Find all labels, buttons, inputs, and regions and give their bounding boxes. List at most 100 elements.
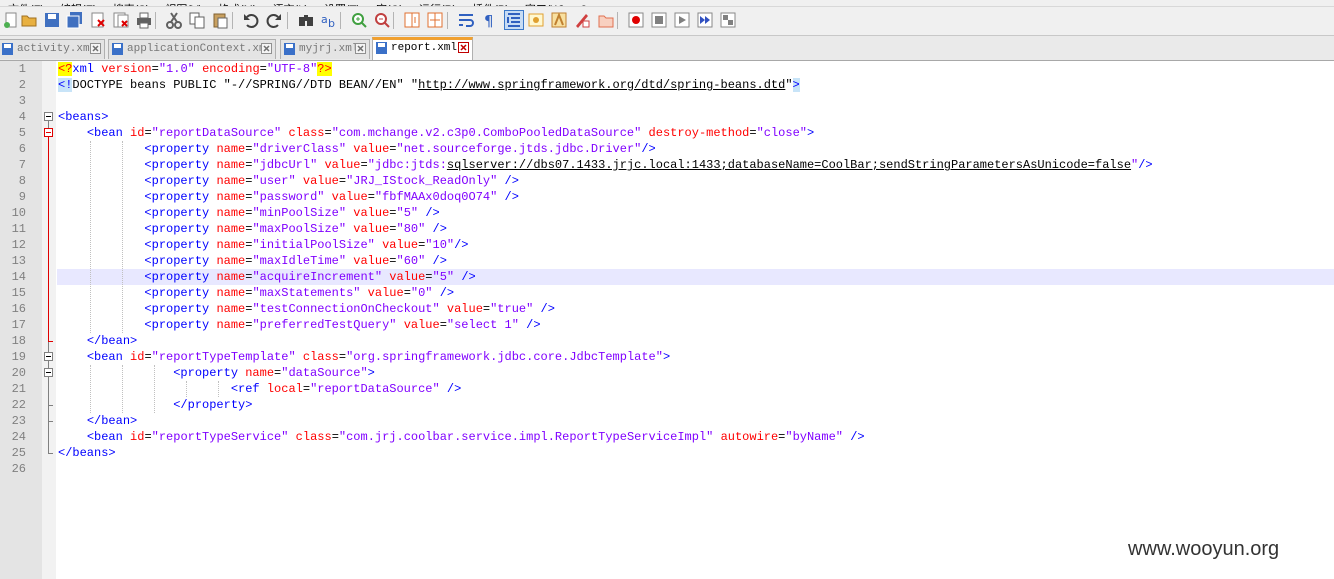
user-defined-lang-button[interactable] [527,11,545,29]
code-line[interactable]: <property name="user" value="JRJ_IStock_… [58,173,519,189]
play-macro-button[interactable] [673,11,691,29]
line-number: 7 [18,158,26,172]
new-file-button[interactable] [2,11,20,29]
fold-margin[interactable] [42,61,56,579]
code-line[interactable]: </bean> [58,333,137,349]
code-line[interactable]: </beans> [58,445,116,461]
code-line[interactable]: <!DOCTYPE beans PUBLIC "-//SPRING//DTD B… [58,77,800,93]
tab-bar: activity.xml applicationContext.xml myjrj.… [0,36,1334,61]
code-token: "maxIdleTime" [252,254,354,268]
fold-toggle-bean-reportTypeTemplate[interactable] [44,352,53,361]
fold-toggle-property-dataSource[interactable] [44,368,53,377]
code-line[interactable]: <property name="maxIdleTime" value="60" … [58,253,447,269]
undo-button[interactable] [242,11,260,29]
code-line[interactable]: <property name="initialPoolSize" value="… [58,237,469,253]
code-line[interactable]: <property name="driverClass" value="net.… [58,141,655,157]
zoom-out-button[interactable] [373,11,391,29]
sync-horizontal-button[interactable] [426,11,444,29]
code-line[interactable]: <property name="acquireIncrement" value=… [58,269,475,285]
code-line[interactable]: <property name="maxStatements" value="0"… [58,285,454,301]
code-line[interactable]: <ref local="reportDataSource" /> [58,381,461,397]
code-link[interactable]: http://www.springframework.org/dtd/sprin… [418,78,785,92]
code-line[interactable]: <property name="testConnectionOnCheckout… [58,301,555,317]
code-token: "jdbcUrl" [252,158,325,172]
code-token: "true" [490,302,541,316]
code-line[interactable]: <property name="jdbcUrl" value="jdbc:jtd… [58,157,1152,173]
replace-button[interactable]: ab [320,11,338,29]
code-line[interactable]: <bean id="reportTypeService" class="com.… [58,429,865,445]
tab-close-icon[interactable] [261,43,272,54]
paste-button[interactable] [211,11,229,29]
code-line[interactable]: <property name = "preferredTestQuery" valu… [58,317,540,333]
close-all-button[interactable] [112,11,130,29]
code-line[interactable]: <bean id="reportDataSource" class="com.m… [58,125,814,141]
cut-button[interactable] [165,11,183,29]
code-token: id [130,350,145,364]
code-token: "jdbc:jtds: [367,158,447,172]
redo-button[interactable] [265,11,283,29]
record-macro-button[interactable] [627,11,645,29]
code-line[interactable]: </bean> [58,413,137,429]
zoom-in-button[interactable] [350,11,368,29]
tab-myjrj[interactable]: myjrj.xml [280,39,370,59]
code-token: name [216,302,246,316]
open-file-button[interactable] [20,11,38,29]
tab-report[interactable]: report.xml [372,37,473,60]
code-token: "byName" [785,430,851,444]
doc-map-button[interactable] [550,11,568,29]
folder-as-workspace-button[interactable] [597,11,615,29]
tab-label: report.xml [391,42,458,54]
code-link[interactable]: sqlserver://dbs07.1433.jrjc.local:1433;d… [447,158,1131,172]
save-button[interactable] [43,11,61,29]
save-all-button[interactable] [66,11,84,29]
indent-guide-button[interactable] [504,10,524,30]
code-token: <property [144,318,217,332]
code-line[interactable]: <property name="dataSource"> [58,365,375,381]
close-button[interactable] [89,11,107,29]
run-macro-multiple-button[interactable] [696,11,714,29]
word-wrap-button[interactable] [457,11,475,29]
find-button[interactable] [297,11,315,29]
tab-activity[interactable]: activity.xml [0,39,105,59]
code-line[interactable]: <property name="minPoolSize" value="5" /… [58,205,439,221]
show-all-chars-button[interactable]: ¶ [480,11,498,29]
save-macro-button[interactable] [719,11,737,29]
code-token: ?> [317,62,332,76]
code-token: "maxStatements" [252,286,368,300]
copy-button[interactable] [188,11,206,29]
tab-close-icon[interactable] [90,43,101,54]
code-token: </beans> [58,446,116,460]
code-token: <property [144,286,217,300]
tab-close-icon[interactable] [458,42,469,53]
function-list-button[interactable] [573,11,591,29]
fold-toggle-beans[interactable] [44,112,53,121]
code-line[interactable]: <beans> [58,109,108,125]
code-token: <property [144,270,217,284]
tab-applicationcontext[interactable]: applicationContext.xml [108,39,276,59]
code-line[interactable]: <property name="maxPoolSize" value="80" … [58,221,447,237]
code-line[interactable]: </property> [58,397,252,413]
sync-vertical-icon [404,12,420,28]
save-icon [45,13,59,27]
code-line[interactable]: <property name="password" value="fbfMAAx… [58,189,519,205]
sync-vertical-button[interactable] [403,11,421,29]
toolbar-separator [287,12,288,29]
code-line[interactable]: <bean id="reportTypeTemplate" class="org… [58,349,670,365]
code-token: > [792,78,800,92]
tab-close-icon[interactable] [355,43,366,54]
code-token: = [389,206,397,220]
stop-record-button[interactable] [650,11,668,29]
print-button[interactable] [135,11,153,29]
file-saved-icon [112,43,123,55]
code-token: /> [432,254,447,268]
code-token: /> [454,238,469,252]
fold-toggle-bean-reportDataSource[interactable] [44,128,53,137]
code-line[interactable]: <?xml version="1.0" encoding="UTF-8"?> [58,61,332,77]
close-icon [91,12,105,28]
code-token: name [216,254,246,268]
line-number: 25 [11,446,26,460]
